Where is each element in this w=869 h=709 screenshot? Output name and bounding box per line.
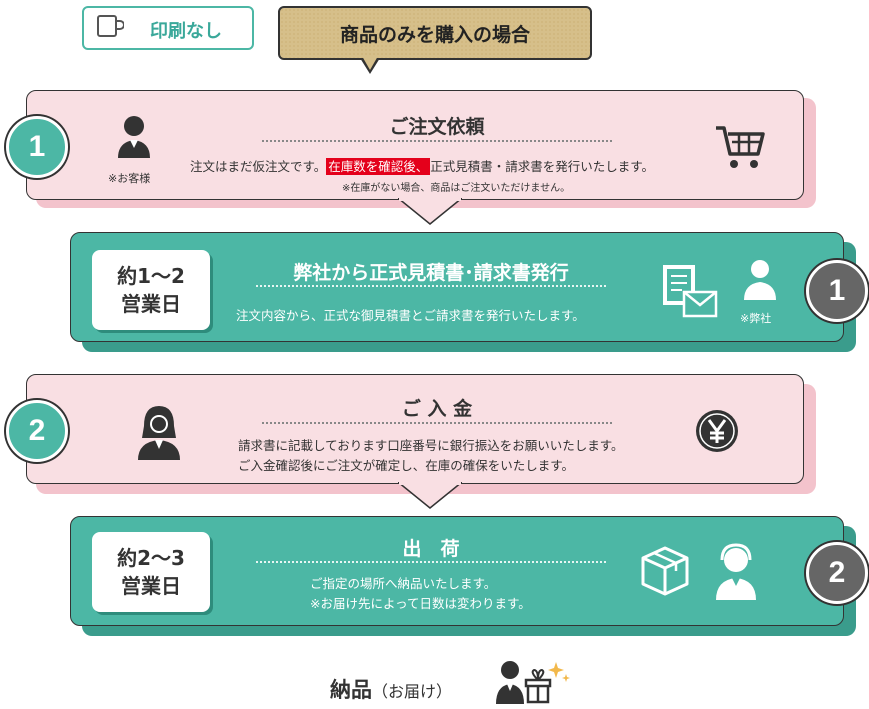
- order-text: 注文はまだ仮注文です。 在庫数を確認後、 正式見積書・請求書を発行いたします。: [190, 156, 654, 175]
- step-number-shipping: 2: [806, 542, 868, 604]
- invoice-days-line1: 約1〜2: [117, 264, 185, 288]
- invoice-days-line2: 営業日: [121, 292, 181, 316]
- delivery-main: 納品: [330, 678, 372, 702]
- no-print-tag: 印刷なし: [82, 6, 254, 50]
- order-dots: [262, 140, 612, 142]
- step-number-order: 1: [6, 116, 68, 178]
- yen-coin-icon: [696, 410, 738, 452]
- shipping-title: 出 荷: [402, 538, 460, 560]
- shipping-days-line1: 約2〜3: [117, 546, 185, 570]
- step-number-invoice: 1: [806, 260, 868, 322]
- payment-dots: [262, 422, 612, 424]
- order-arrow: [398, 198, 462, 225]
- order-note: ※在庫がない場合、商品はご注文いただけません。: [342, 183, 571, 194]
- delivery-sub: （お届け）: [372, 682, 453, 701]
- shipping-days-box: 約2〜3 営業日: [92, 532, 210, 612]
- staff-icon: [744, 256, 776, 300]
- step-number-payment: 2: [6, 400, 68, 462]
- order-text-before: 注文はまだ仮注文です。: [190, 159, 327, 174]
- customer-woman-icon: [138, 406, 180, 460]
- invoice-text: 注文内容から、正式な御見積書とご請求書を発行いたします。: [236, 308, 585, 323]
- shipping-line2: ※お届け先によって日数は変わります。: [310, 596, 531, 611]
- bubble-text: 商品のみを購入の場合: [339, 24, 530, 46]
- shipping-days-line2: 営業日: [121, 574, 181, 598]
- delivery-person-gift-icon: [496, 661, 570, 704]
- payment-arrow: [398, 482, 462, 509]
- invoice-dots: [256, 285, 606, 287]
- order-highlight: 在庫数を確認後、: [326, 158, 431, 175]
- mug-icon: [97, 15, 124, 37]
- staff-headset-icon: [716, 543, 756, 600]
- customer-label: ※お客様: [108, 172, 151, 185]
- shopping-cart-icon: [716, 126, 765, 168]
- order-title: ご注文依頼: [389, 116, 485, 138]
- shipping-line1: ご指定の場所へ納品いたします。: [310, 576, 497, 591]
- customer-icon: [118, 116, 150, 158]
- product-only-bubble: 商品のみを購入の場合: [278, 6, 592, 60]
- delivery-label: 納品（お届け）: [330, 674, 452, 704]
- payment-title: ご 入 金: [401, 398, 473, 420]
- order-text-after: 正式見積書・請求書を発行いたします。: [430, 159, 655, 174]
- no-print-label: 印刷なし: [150, 21, 222, 42]
- shipping-dots: [256, 561, 606, 563]
- invoice-days-box: 約1〜2 営業日: [92, 250, 210, 330]
- document-mail-icon: [663, 265, 718, 318]
- payment-line2: ご入金確認後にご注文が確定し、在庫の確保をいたします。: [238, 458, 575, 473]
- payment-line1: 請求書に記載しております口座番号に銀行振込をお願いいたします。: [238, 438, 624, 453]
- invoice-title: 弊社から正式見積書･請求書発行: [293, 262, 569, 284]
- bubble-tail-fill: [362, 56, 378, 70]
- box-icon: [641, 546, 689, 596]
- staff-label: ※弊社: [740, 312, 772, 325]
